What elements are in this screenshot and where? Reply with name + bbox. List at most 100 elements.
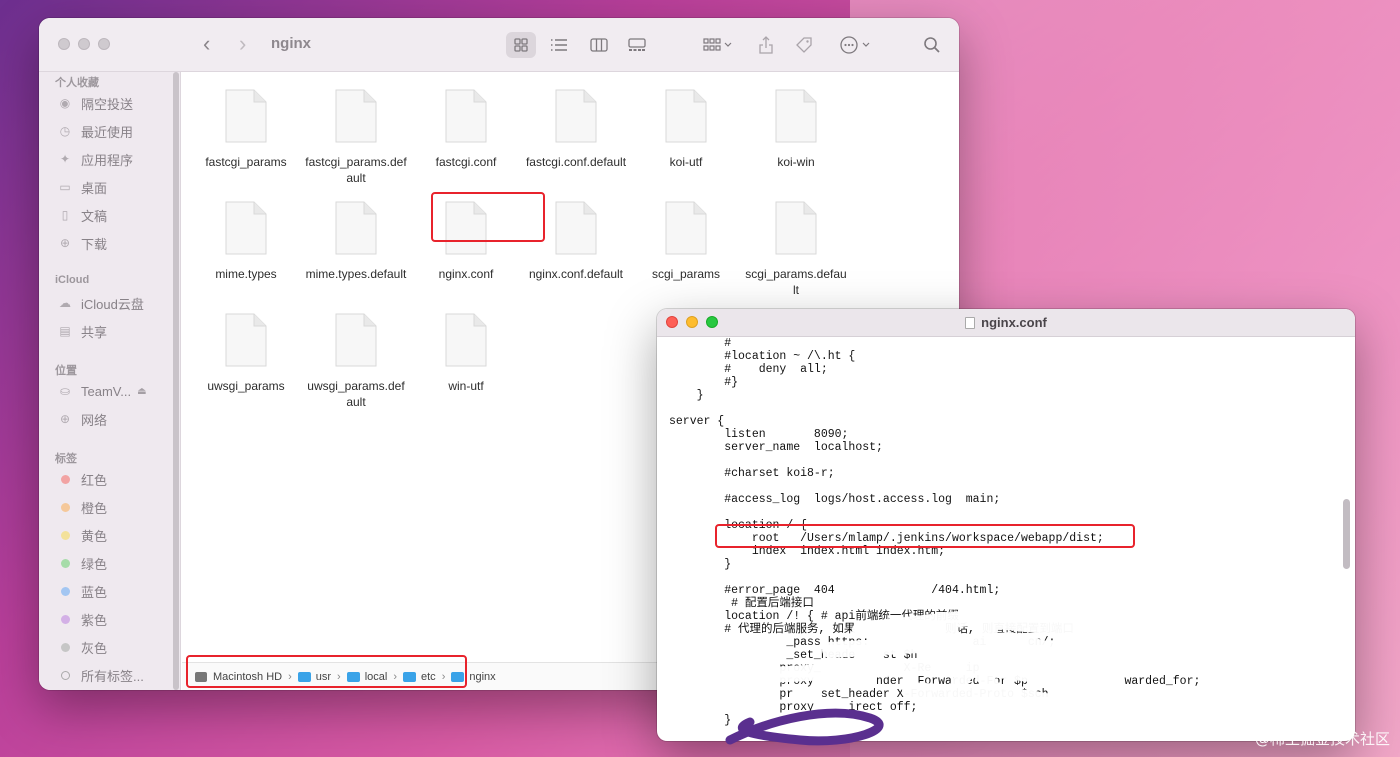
file-name: nginx.conf [438, 267, 494, 281]
download-icon: ⊕ [59, 236, 71, 250]
file-name: nginx.conf.default [528, 267, 624, 281]
network-icon: ⊕ [59, 412, 71, 426]
code-line: server { [669, 415, 725, 428]
minimize-button[interactable] [78, 38, 90, 50]
window-title: nginx [271, 35, 311, 52]
grid-view-icon[interactable] [506, 32, 536, 58]
document-icon [334, 88, 378, 144]
highlight-root-line [715, 524, 1135, 548]
more-icon[interactable] [835, 32, 877, 58]
forward-button[interactable]: › [239, 32, 246, 56]
file-item[interactable]: fastcgi_params.default [304, 88, 408, 186]
sidebar-item[interactable]: ▭ 桌面 [57, 176, 107, 198]
file-item[interactable]: scgi_params.default [744, 200, 848, 298]
close-button[interactable] [58, 38, 70, 50]
file-item[interactable]: fastcgi.conf [414, 88, 518, 170]
sidebar-item[interactable]: ✦ 应用程序 [57, 148, 133, 170]
file-item[interactable]: mime.types.default [304, 200, 408, 282]
sidebar-scrollbar[interactable] [173, 72, 179, 690]
sidebar-item[interactable]: 灰色 [57, 636, 107, 658]
sidebar-item[interactable]: 绿色 [57, 552, 107, 574]
sidebar-item-label: 桌面 [81, 180, 108, 196]
desktop-icon: ▭ [59, 180, 71, 194]
sidebar-item[interactable]: ⊕ 下载 [57, 232, 107, 254]
sidebar-item[interactable]: 所有标签... [57, 664, 144, 686]
sidebar-item[interactable]: ▯ 文稿 [57, 204, 107, 226]
tag-color-dot [61, 642, 70, 652]
file-item[interactable]: uwsgi_params.default [304, 312, 408, 410]
code-line: proxy_ X-Re ip [669, 662, 980, 675]
document-icon [664, 200, 708, 256]
file-name: mime.types.default [305, 267, 407, 281]
eject-icon[interactable]: ⏏ [137, 386, 146, 397]
sidebar-item[interactable]: ◉ 隔空投送 [57, 92, 133, 114]
file-name: scgi_params.default [745, 267, 847, 297]
tag-color-dot [61, 614, 70, 624]
icloud-header: iCloud [55, 274, 90, 286]
file-name: win-utf [448, 379, 484, 393]
file-item[interactable]: koi-utf [634, 88, 738, 170]
file-item[interactable]: mime.types [194, 200, 298, 282]
finder-toolbar: ‹ › nginx [39, 18, 959, 72]
code-line: listen 8090; [669, 428, 849, 441]
sidebar-item[interactable]: 黄色 [57, 524, 107, 546]
sidebar-item[interactable]: 紫色 [57, 608, 107, 630]
file-item[interactable]: win-utf [414, 312, 518, 394]
back-button[interactable]: ‹ [203, 32, 210, 56]
list-view-icon[interactable] [544, 32, 574, 58]
document-icon [664, 88, 708, 144]
finder-sidebar: 个人收藏 ◉ 隔空投送 ◷ 最近使用 ✦ 应用程序 ▭ 桌面 ▯ 文稿 ⊕ 下载 iCloud ☁ iC… [39, 72, 181, 690]
tag-icon[interactable] [791, 32, 817, 58]
code-line: #charset koi8-r; [669, 467, 835, 480]
highlight-path-bar [186, 655, 467, 688]
path-crumb-label: nginx [469, 670, 496, 683]
file-name: scgi_params [651, 267, 721, 281]
sidebar-item[interactable]: ☁ iCloud云盘 [57, 292, 144, 314]
code-line: #} [669, 376, 739, 389]
file-item[interactable]: fastcgi.conf.default [524, 88, 628, 170]
cloud-icon: ☁ [59, 296, 71, 310]
code-line: } [669, 389, 704, 402]
file-item[interactable]: scgi_params [634, 200, 738, 282]
file-name: fastcgi_params.default [305, 155, 407, 185]
share-icon[interactable] [753, 32, 779, 58]
sidebar-item[interactable]: ▤ 共享 [57, 320, 107, 342]
group-icon[interactable] [697, 32, 739, 58]
sidebar-item-label: 共享 [81, 324, 108, 340]
sidebar-item-label: 隔空投送 [81, 96, 134, 112]
editor-scrollbar[interactable] [1343, 499, 1350, 569]
sidebar-item[interactable]: 红色 [57, 468, 107, 490]
sidebar-item[interactable]: 蓝色 [57, 580, 107, 602]
zoom-button[interactable] [98, 38, 110, 50]
file-item[interactable]: uwsgi_params [194, 312, 298, 394]
code-line: location /! { # api前端统一代理的前缀 [669, 610, 959, 623]
code-line: # [669, 337, 732, 350]
sidebar-item-label: 下载 [81, 236, 108, 252]
sidebar-item-label: 灰色 [81, 640, 108, 656]
file-item[interactable]: koi-win [744, 88, 848, 170]
sidebar-item-label: 橙色 [81, 500, 108, 516]
sidebar-item-label: 黄色 [81, 528, 108, 544]
shared-folder-icon: ▤ [59, 324, 71, 338]
document-icon [224, 88, 268, 144]
code-line: pr set_header X-Forwarded-Proto $sch [669, 688, 1049, 701]
search-icon[interactable] [919, 32, 945, 58]
code-line: server_name localhost; [669, 441, 883, 454]
sidebar-item[interactable]: 橙色 [57, 496, 107, 518]
sidebar-item[interactable]: ⛀ TeamV... ⏏ [57, 380, 147, 402]
file-name: koi-win [777, 155, 815, 169]
column-view-icon[interactable] [584, 32, 614, 58]
document-icon [965, 317, 976, 329]
editor-titlebar: nginx.conf [657, 309, 1355, 337]
file-item[interactable]: fastcgi_params [194, 88, 298, 170]
tag-color-dot [61, 586, 70, 596]
code-line: _pass https: ai cn/; [669, 636, 1056, 649]
document-icon [444, 88, 488, 144]
gallery-view-icon[interactable] [622, 32, 652, 58]
sidebar-item[interactable]: ⊕ 网络 [57, 408, 107, 430]
document-icon [224, 200, 268, 256]
sidebar-item-label: 网络 [81, 412, 108, 428]
sidebar-item[interactable]: ◷ 最近使用 [57, 120, 133, 142]
